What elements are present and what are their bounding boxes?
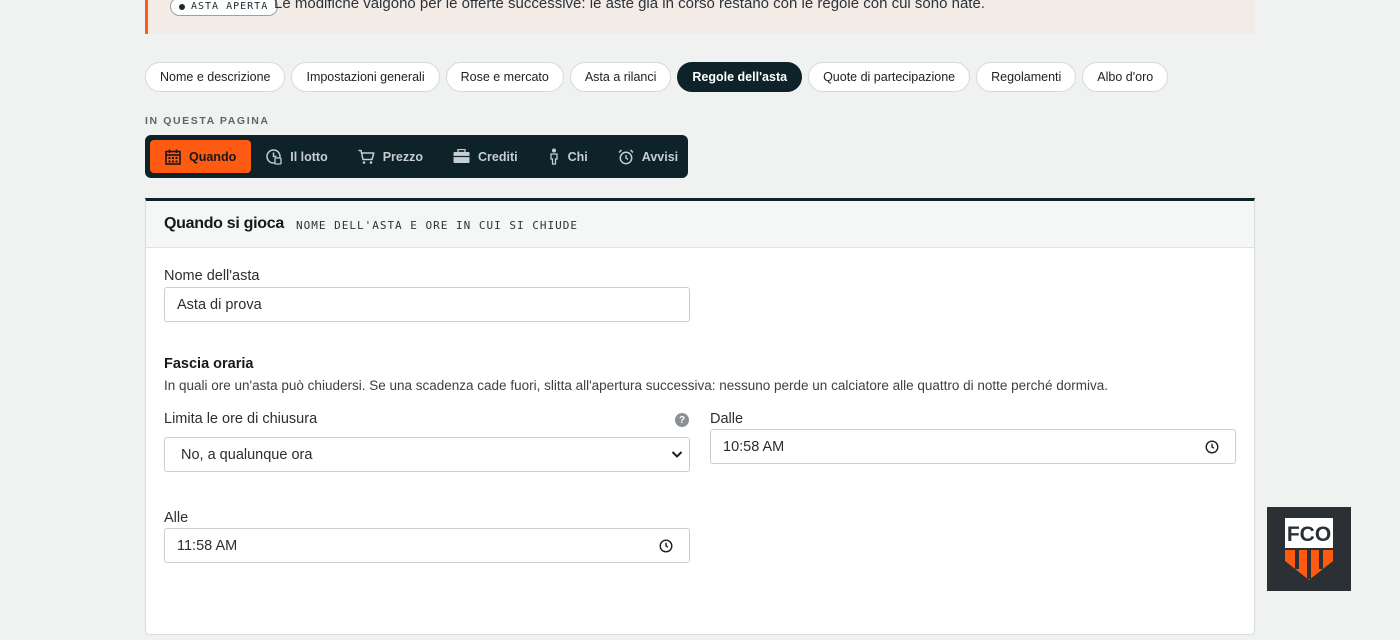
banner-message: Le modifiche valgono per le offerte succ… xyxy=(274,0,985,12)
tab-quote-partecipazione[interactable]: Quote di partecipazione xyxy=(808,62,971,92)
to-time-input[interactable]: 11:58 AM xyxy=(164,528,690,563)
help-icon[interactable]: ? xyxy=(675,413,689,427)
clock-icon[interactable] xyxy=(659,539,673,553)
tab-albo-oro[interactable]: Albo d'oro xyxy=(1082,62,1169,92)
page-nav-item-label: Chi xyxy=(567,149,588,164)
to-time-value: 11:58 AM xyxy=(177,537,238,554)
alarm-icon xyxy=(618,148,634,164)
time-window-description: In quali ore un'asta può chiudersi. Se u… xyxy=(164,378,1108,393)
page-nav-item-quando[interactable]: Quando xyxy=(150,140,252,173)
page-nav-label: IN QUESTA PAGINA xyxy=(145,115,270,127)
page-nav-item-label: Prezzo xyxy=(382,149,424,164)
auction-name-input[interactable] xyxy=(164,287,690,322)
logo-text: FCO xyxy=(1287,523,1331,546)
status-dot-icon xyxy=(179,3,185,10)
tab-asta-rilanci[interactable]: Asta a rilanci xyxy=(569,62,672,92)
status-badge-label: ASTA APERTA xyxy=(191,1,269,12)
fco-shield-logo: FCO xyxy=(1285,518,1333,580)
lot-icon xyxy=(266,148,282,165)
page-nav-item-prezzo[interactable]: Prezzo xyxy=(343,140,438,173)
calendar-icon xyxy=(165,149,181,165)
card-title: Quando si gioca xyxy=(164,215,284,232)
settings-tabs: Nome e descrizione Impostazioni generali… xyxy=(145,62,1169,92)
page-nav-item-label: Il lotto xyxy=(290,149,328,164)
limit-hours-value: No, a qualunque ora xyxy=(181,446,313,463)
page-nav-item-avvisi[interactable]: Avvisi xyxy=(603,140,693,173)
page-nav-item-label: Crediti xyxy=(478,149,518,164)
wallet-icon xyxy=(453,149,470,163)
tab-nome-descrizione[interactable]: Nome e descrizione xyxy=(145,62,286,92)
from-time-label: Dalle xyxy=(710,411,744,427)
tab-rose-mercato[interactable]: Rose e mercato xyxy=(445,62,564,92)
time-window-title: Fascia oraria xyxy=(164,356,254,372)
clock-icon[interactable] xyxy=(1205,440,1219,454)
status-badge: ASTA APERTA xyxy=(170,0,279,16)
page-nav-item-label: Quando xyxy=(189,149,237,164)
card-subtitle: NOME DELL'ASTA E ORE IN CUI SI CHIUDE xyxy=(295,219,579,232)
limit-hours-select[interactable]: No, a qualunque ora xyxy=(164,437,690,472)
page-nav-item-crediti[interactable]: Crediti xyxy=(438,140,533,173)
when-section-card: Quando si gioca NOME DELL'ASTA E ORE IN … xyxy=(145,198,1255,635)
limit-hours-label: Limita le ore di chiusura xyxy=(164,411,318,427)
page-nav-item-label: Avvisi xyxy=(641,149,679,164)
card-header: Quando si gioca NOME DELL'ASTA E ORE IN … xyxy=(146,201,1254,248)
from-time-value: 10:58 AM xyxy=(723,438,785,455)
person-icon xyxy=(549,148,558,165)
auction-name-label: Nome dell'asta xyxy=(164,268,260,284)
page-nav: Quando Il lotto Prezzo Crediti Chi Avvis… xyxy=(145,135,688,178)
cart-icon xyxy=(358,149,375,164)
page-nav-item-lotto[interactable]: Il lotto xyxy=(251,140,343,173)
from-time-input[interactable]: 10:58 AM xyxy=(710,429,1236,464)
fco-logo-button[interactable]: FCO xyxy=(1267,507,1351,591)
chevron-down-icon xyxy=(671,451,683,458)
page-nav-item-chi[interactable]: Chi xyxy=(533,140,603,173)
tab-regolamenti[interactable]: Regolamenti xyxy=(976,62,1077,92)
tab-impostazioni-generali[interactable]: Impostazioni generali xyxy=(291,62,440,92)
tab-regole-asta[interactable]: Regole dell'asta xyxy=(677,62,803,92)
to-time-label: Alle xyxy=(164,510,189,526)
info-banner: ASTA APERTA Le modifiche valgono per le … xyxy=(145,0,1255,34)
